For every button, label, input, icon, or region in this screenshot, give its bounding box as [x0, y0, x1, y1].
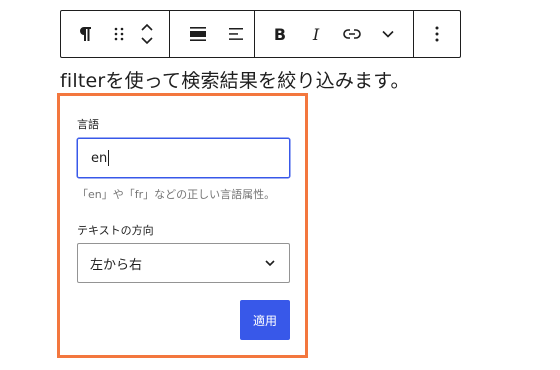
- move-up-icon[interactable]: [141, 23, 153, 31]
- language-label: 言語: [77, 118, 99, 131]
- language-input-value: en: [91, 150, 108, 166]
- italic-button[interactable]: I: [303, 11, 329, 57]
- options-group: [414, 11, 460, 57]
- link-button[interactable]: [329, 11, 375, 57]
- more-vertical-icon: [435, 26, 439, 42]
- link-icon: [343, 29, 361, 39]
- more-formatting-button[interactable]: [375, 11, 401, 57]
- move-down-icon[interactable]: [141, 37, 153, 45]
- text-align-left-icon: [229, 28, 243, 40]
- pilcrow-icon: [80, 27, 91, 41]
- align-icon: [190, 27, 206, 41]
- language-input[interactable]: en: [77, 138, 290, 178]
- chevron-down-icon: [265, 260, 275, 267]
- apply-button[interactable]: 適用: [240, 300, 290, 340]
- drag-handle-button[interactable]: [109, 11, 129, 57]
- move-buttons: [129, 11, 165, 57]
- direction-select-value: 左から右: [90, 257, 143, 273]
- paragraph-block-button[interactable]: [61, 11, 109, 57]
- language-help-text: 「en」や「fr」などの正しい言語属性。: [77, 188, 276, 201]
- formatting-group: B I: [255, 11, 414, 57]
- block-options-button[interactable]: [414, 11, 460, 57]
- text-align-button[interactable]: [222, 11, 250, 57]
- chevron-down-icon: [382, 30, 394, 38]
- bold-button[interactable]: B: [257, 11, 303, 57]
- text-caret: [108, 150, 110, 166]
- align-button[interactable]: [174, 11, 222, 57]
- language-popover: 言語 en 「en」や「fr」などの正しい言語属性。 テキストの方向 左から右 …: [57, 93, 308, 358]
- alignment-group: [170, 11, 255, 57]
- direction-label: テキストの方向: [77, 224, 154, 237]
- drag-handle-icon: [114, 27, 124, 41]
- paragraph-text[interactable]: filterを使って検索結果を絞り込みます。: [60, 66, 410, 93]
- block-switcher-group: [61, 11, 170, 57]
- block-toolbar: B I: [60, 10, 461, 58]
- direction-select[interactable]: 左から右: [77, 243, 290, 283]
